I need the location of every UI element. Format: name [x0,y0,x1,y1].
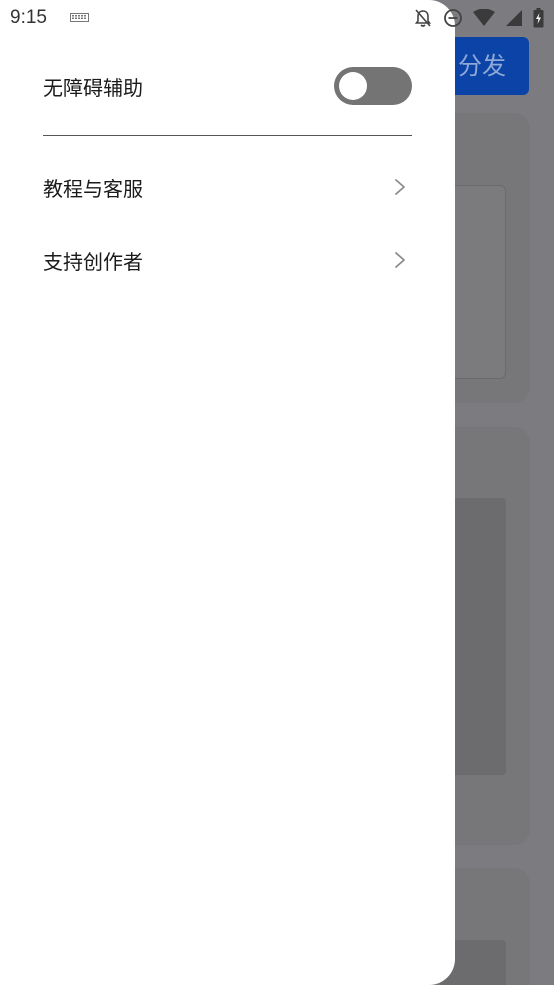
divider [43,135,412,136]
accessibility-label: 无障碍辅助 [43,75,143,100]
screen: 分发 无障碍辅助 教程与客服 支持创作者 9:15 [0,0,554,985]
menu-item-tutorial-support[interactable]: 教程与客服 [43,167,412,207]
accessibility-toggle[interactable] [334,67,412,105]
menu-item-label: 支持创作者 [43,249,143,274]
menu-item-support-creator[interactable]: 支持创作者 [43,240,412,280]
toggle-knob [339,72,367,100]
status-time: 9:15 [10,7,47,28]
battery-charging-icon [533,8,544,28]
navigation-drawer: 无障碍辅助 教程与客服 支持创作者 [0,0,455,985]
notifications-off-icon [414,9,432,27]
status-icons [413,8,544,28]
status-bar: 9:15 [0,0,554,37]
menu-item-label: 教程与客服 [43,176,143,201]
do-not-disturb-icon [444,9,462,27]
chevron-right-icon [395,179,405,195]
wifi-icon [473,9,495,26]
keyboard-icon [70,13,89,22]
chevron-right-icon [395,252,405,268]
accessibility-row[interactable]: 无障碍辅助 [43,66,412,106]
signal-icon [506,10,522,26]
